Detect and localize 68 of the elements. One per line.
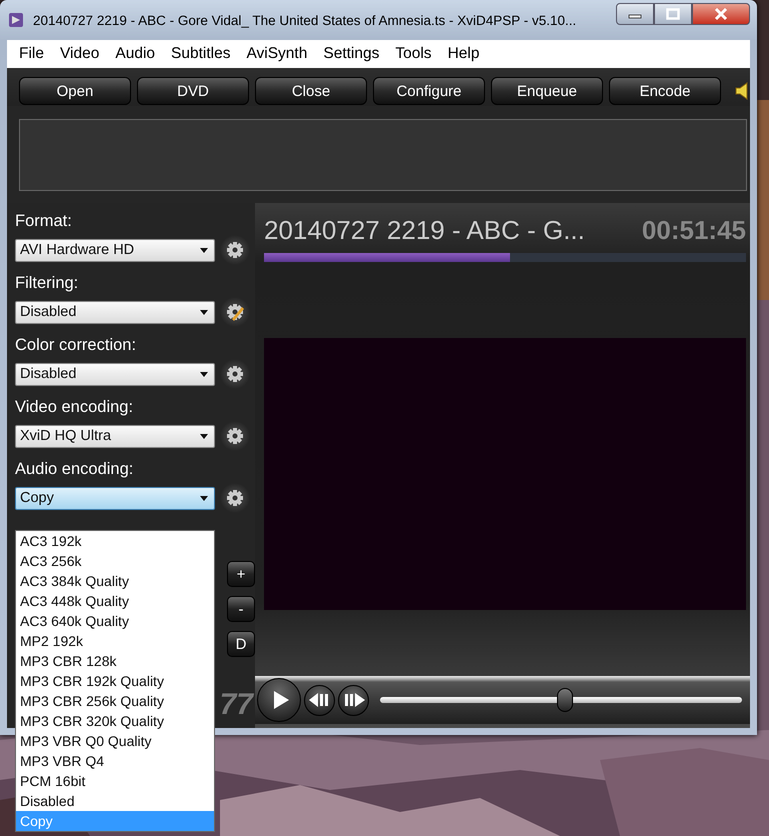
setting-label: Format:	[15, 211, 73, 232]
gear-icon	[224, 239, 246, 261]
side-button[interactable]: -	[227, 596, 255, 622]
minimize-button[interactable]	[616, 3, 654, 25]
combo-box[interactable]: Disabled	[15, 362, 215, 386]
frame-forward-button[interactable]	[338, 684, 369, 716]
toolbar-button[interactable]: Open	[19, 77, 131, 105]
menu-item[interactable]: Tools	[387, 45, 440, 63]
caret-icon	[200, 248, 208, 252]
menu-item[interactable]: Help	[440, 45, 488, 63]
dropdown-option[interactable]: MP3 CBR 320k Quality	[16, 711, 214, 731]
dropdown-option[interactable]: MP3 CBR 128k	[16, 651, 214, 671]
file-title: 20140727 2219 - ABC - G...	[264, 215, 585, 246]
menu-item[interactable]: Subtitles	[163, 45, 238, 63]
frame-back-button[interactable]	[304, 684, 335, 716]
close-button[interactable]	[692, 3, 750, 25]
setting-label: Audio encoding:	[15, 459, 134, 480]
step-forward-icon	[342, 693, 364, 707]
dropdown-option[interactable]: PCM 16bit	[16, 771, 214, 791]
dropdown-option[interactable]: AC3 192k	[16, 531, 214, 551]
toolbar-button[interactable]: Enqueue	[491, 77, 603, 105]
gear-icon	[224, 487, 246, 509]
side-button[interactable]: D	[227, 631, 255, 657]
caret-icon	[200, 310, 208, 314]
maximize-icon	[666, 8, 680, 20]
gear-pencil-icon	[224, 301, 246, 323]
combo-box[interactable]: AVI Hardware HD	[15, 238, 215, 262]
play-icon	[272, 690, 290, 710]
dropdown-option[interactable]: MP2 192k	[16, 631, 214, 651]
dropdown-option[interactable]: Disabled	[16, 791, 214, 811]
dropdown-option[interactable]: MP3 CBR 256k Quality	[16, 691, 214, 711]
toolbar-button[interactable]: Encode	[609, 77, 721, 105]
toolbar-button[interactable]: DVD	[137, 77, 249, 105]
toolbar-button[interactable]: Close	[255, 77, 367, 105]
caret-icon	[200, 496, 208, 500]
menu-item[interactable]: AviSynth	[238, 45, 316, 63]
counter-text: 77	[220, 688, 253, 722]
gear-icon	[224, 425, 246, 447]
time-display: 00:51:45	[642, 215, 746, 246]
gear-icon	[224, 363, 246, 385]
dropdown-option[interactable]: MP3 CBR 192k Quality	[16, 671, 214, 691]
combo-box[interactable]: XviD HQ Ultra	[15, 424, 215, 448]
dropdown-option[interactable]: AC3 384k Quality	[16, 571, 214, 591]
dropdown-option[interactable]: AC3 256k	[16, 551, 214, 571]
maximize-button[interactable]	[654, 3, 692, 25]
combo-box[interactable]: Disabled	[15, 300, 215, 324]
play-button[interactable]	[257, 678, 301, 722]
step-back-icon	[308, 693, 330, 707]
caret-icon	[200, 372, 208, 376]
combo-box[interactable]: Copy	[15, 486, 215, 510]
toolbar-button[interactable]: Configure	[373, 77, 485, 105]
caret-icon	[200, 434, 208, 438]
menu-item[interactable]: Video	[52, 45, 108, 63]
menu-item[interactable]: File	[11, 45, 52, 63]
dropdown-option[interactable]: MP3 VBR Q4	[16, 751, 214, 771]
close-icon	[713, 7, 729, 21]
speaker-icon[interactable]	[735, 81, 749, 101]
dropdown-option[interactable]: AC3 640k Quality	[16, 611, 214, 631]
menu-item[interactable]: Settings	[315, 45, 388, 63]
menu-item[interactable]: Audio	[107, 45, 164, 63]
dropdown-option[interactable]: MP3 VBR Q0 Quality	[16, 731, 214, 751]
setting-label: Video encoding:	[15, 397, 134, 418]
setting-label: Filtering:	[15, 273, 80, 294]
side-button[interactable]: +	[227, 561, 255, 587]
dropdown-option[interactable]: AC3 448k Quality	[16, 591, 214, 611]
seek-slider[interactable]	[380, 688, 742, 712]
setting-label: Color correction:	[15, 335, 138, 356]
window-title: 20140727 2219 - ABC - Gore Vidal_ The United States of Amnesia.ts - XviD4PSP - v5.10...	[33, 12, 578, 28]
